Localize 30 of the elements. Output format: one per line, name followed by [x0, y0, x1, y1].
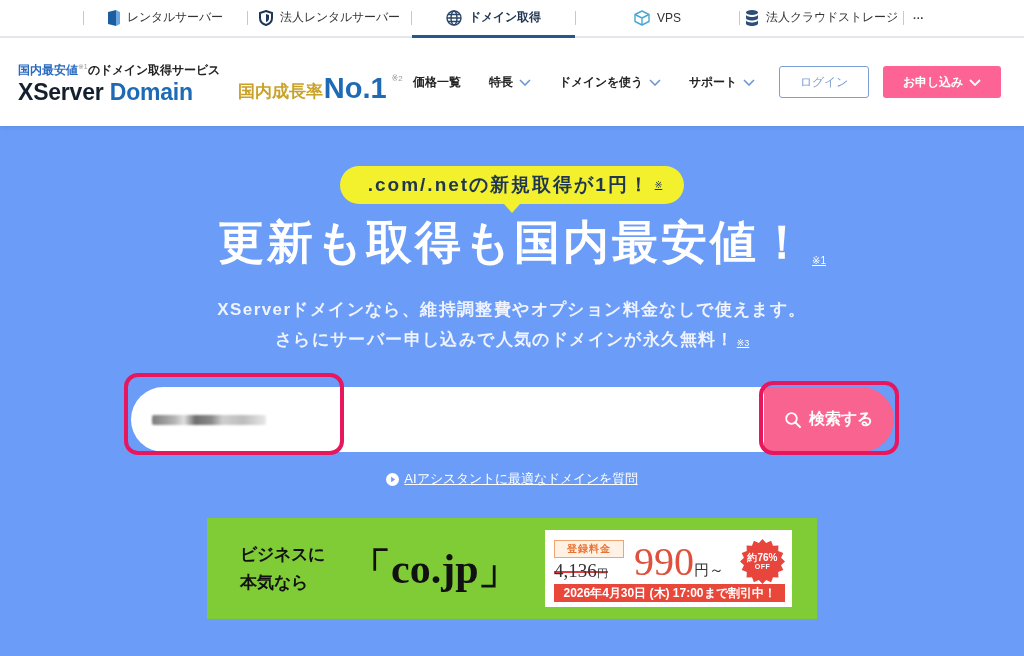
play-circle-icon [386, 472, 400, 486]
server-icon [108, 9, 120, 26]
top-nav-tab[interactable]: 法人クラウドストレージ [740, 0, 903, 38]
globe-icon [446, 9, 462, 26]
subtitle-text: さらにサーバー申し込みで人気のドメインが永久無料！ [274, 329, 735, 351]
nav-menu-item[interactable]: サポート [689, 73, 755, 91]
award-text: 国内成長率No.1 $^{※2}$ [237, 73, 403, 103]
headline-text: 更新も取得も国内最安値！ [218, 215, 808, 270]
database-icon [745, 9, 759, 26]
nav-menu-item[interactable]: 価格一覧 [413, 73, 461, 91]
search-field[interactable] [130, 387, 764, 452]
cube-icon [634, 9, 650, 26]
top-nav-tab[interactable]: 法人レンタルサーバー [248, 0, 411, 38]
top-nav-tab[interactable]: VPS [576, 0, 739, 38]
tagline: 国内最安値$^{※1}$のドメイン取得サービス [18, 61, 220, 77]
shield-icon [259, 9, 273, 26]
sale-price: 990円～ [634, 540, 724, 583]
promo-text: .com/.netの新規取得が1円！ [367, 173, 650, 197]
top-nav-tab[interactable]: レンタルサーバー [84, 0, 247, 38]
lead-text: ビジネスに 本気なら [240, 543, 325, 594]
price-label: 登録料金 [554, 539, 624, 558]
top-nav-tab[interactable]: ··· [904, 0, 933, 38]
subtitle-text: XServerドメインなら、維持調整費やオプション料金なしで使えます。 [217, 299, 807, 321]
domain-text: 「co.jp」 [349, 544, 521, 594]
footnote-link[interactable]: ※ [654, 180, 663, 190]
nav-menu-item[interactable]: ドメインを使う [559, 73, 661, 91]
search-icon [784, 411, 801, 428]
logo-wordmark[interactable]: XServer Domain [18, 78, 220, 105]
nav-menu-item[interactable]: 特長 [489, 73, 531, 91]
deadline-banner: 2026年4月30日 (木) 17:00まで割引中！ [554, 584, 785, 602]
